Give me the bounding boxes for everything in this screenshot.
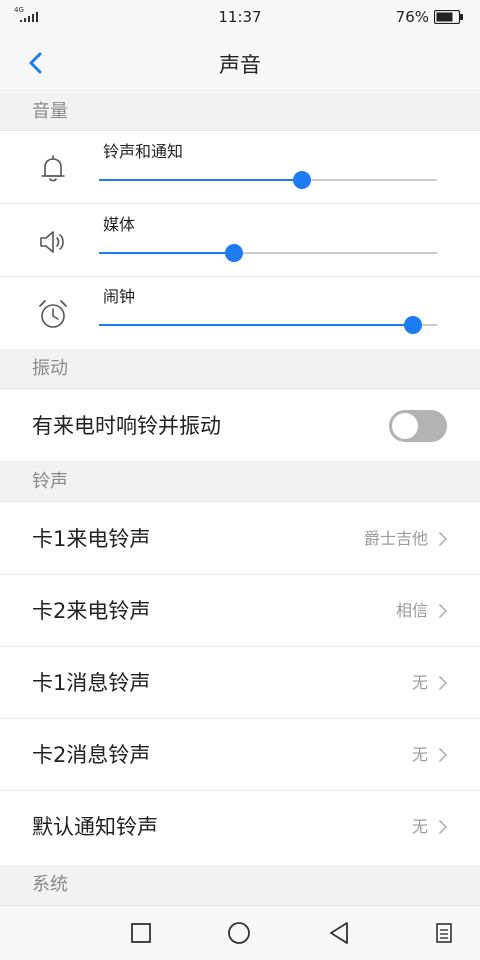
sim1-call-ringtone-row[interactable]: 卡1来电铃声 爵士吉他 [0,503,480,575]
volume-label-alarm: 闹钟 [103,287,136,306]
speaker-icon [40,231,64,253]
square-icon [131,923,151,943]
media-volume-slider[interactable] [99,241,437,265]
toggle-knob [392,413,418,439]
triangle-left-icon [330,922,348,944]
slider-fill [99,179,302,181]
row-label: 卡1来电铃声 [32,527,151,551]
home-button[interactable] [226,920,252,946]
app-header: 声音 [0,34,480,91]
row-value: 无 [411,673,428,692]
row-label: 卡1消息铃声 [32,671,151,695]
volume-row-alarm: 闹钟 [0,277,480,349]
slider-thumb[interactable] [225,244,244,262]
row-value: 无 [411,817,428,836]
row-label: 默认通知铃声 [32,815,158,839]
status-bar: 4G 11:37 76% [0,0,480,34]
page-title: 声音 [219,53,261,77]
chevron-right-icon [439,748,447,762]
bell-icon [41,155,65,182]
menu-button[interactable] [434,922,454,944]
battery-icon [434,10,463,24]
chevron-right-icon [439,820,447,834]
slider-fill [99,324,414,326]
sim2-call-ringtone-row[interactable]: 卡2来电铃声 相信 [0,575,480,647]
volume-label-media: 媒体 [103,215,136,234]
recent-apps-button[interactable] [128,920,154,946]
row-value: 相信 [395,601,428,620]
chevron-right-icon [439,676,447,690]
alarm-volume-slider[interactable] [99,313,437,337]
chevron-right-icon [439,604,447,618]
sim2-message-ringtone-row[interactable]: 卡2消息铃声 无 [0,719,480,791]
section-volume-header: 音量 [0,92,480,131]
vibrate-on-ring-label: 有来电时响铃并振动 [32,414,221,438]
section-ringtone-header: 铃声 [0,462,480,502]
row-label: 卡2来电铃声 [32,599,151,623]
slider-thumb[interactable] [404,316,423,334]
row-label: 卡2消息铃声 [32,743,151,767]
volume-row-media: 媒体 [0,205,480,277]
volume-label-ringtone: 铃声和通知 [103,142,184,161]
slider-thumb[interactable] [292,171,311,189]
ringtone-volume-slider[interactable] [99,168,437,192]
navigation-bar [0,905,480,960]
row-value: 无 [411,745,428,764]
menu-icon [436,923,452,943]
vibrate-toggle[interactable] [389,410,447,442]
alarm-clock-icon [39,300,67,328]
chevron-right-icon [439,532,447,546]
nav-back-button[interactable] [326,920,352,946]
volume-row-ringtone: 铃声和通知 [0,132,480,204]
sim1-message-ringtone-row[interactable]: 卡1消息铃声 无 [0,647,480,719]
vibrate-on-ring-row[interactable]: 有来电时响铃并振动 [0,390,480,462]
row-value: 爵士吉他 [363,529,428,548]
section-vibrate-header: 振动 [0,349,480,389]
battery-percent: 76% [395,8,429,26]
default-notification-ringtone-row[interactable]: 默认通知铃声 无 [0,791,480,863]
slider-fill [99,252,235,254]
circle-icon [228,922,250,944]
section-system-header: 系统 [0,865,480,905]
